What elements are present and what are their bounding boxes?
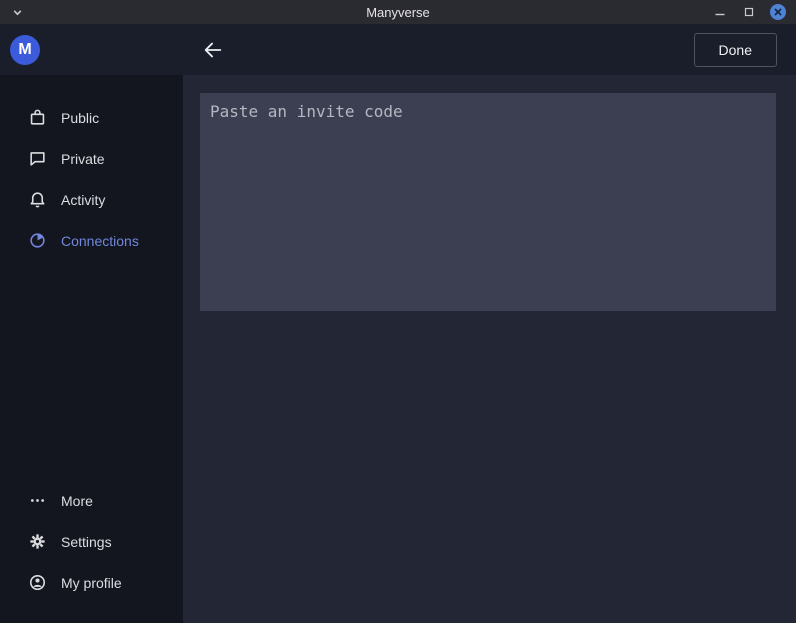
- invite-code-input[interactable]: [200, 93, 776, 311]
- sidebar-item-label: Settings: [61, 534, 112, 550]
- content-area: Public Private Activity Connections More: [0, 75, 796, 623]
- sidebar-item-private[interactable]: Private: [0, 138, 183, 179]
- sidebar-item-label: More: [61, 493, 93, 509]
- sidebar-item-public[interactable]: Public: [0, 97, 183, 138]
- gear-icon: [28, 532, 47, 551]
- private-icon: [28, 149, 47, 168]
- sidebar-item-connections[interactable]: Connections: [0, 220, 183, 261]
- back-button[interactable]: [200, 37, 226, 63]
- activity-icon: [28, 190, 47, 209]
- window-menu-chevron-icon[interactable]: [10, 5, 24, 19]
- sidebar-item-label: Private: [61, 151, 105, 167]
- sidebar-item-settings[interactable]: Settings: [0, 521, 183, 562]
- restore-button[interactable]: [741, 4, 757, 20]
- sidebar-item-label: My profile: [61, 575, 122, 591]
- window-controls: [712, 0, 786, 24]
- window-titlebar: Manyverse: [0, 0, 796, 24]
- more-dots-icon: [28, 491, 47, 510]
- back-arrow-icon: [202, 39, 224, 61]
- sidebar-item-label: Public: [61, 110, 99, 126]
- sidebar: Public Private Activity Connections More: [0, 75, 183, 623]
- sidebar-item-my-profile[interactable]: My profile: [0, 562, 183, 603]
- minimize-button[interactable]: [712, 4, 728, 20]
- sidebar-bottom-group: More Settings My profile: [0, 480, 183, 603]
- manyverse-logo: M: [10, 35, 40, 65]
- public-icon: [28, 108, 47, 127]
- window-title: Manyverse: [0, 5, 796, 20]
- close-button[interactable]: [770, 4, 786, 20]
- sidebar-item-label: Activity: [61, 192, 105, 208]
- profile-icon: [28, 573, 47, 592]
- main-panel: [183, 75, 796, 623]
- sidebar-item-more[interactable]: More: [0, 480, 183, 521]
- sidebar-item-activity[interactable]: Activity: [0, 179, 183, 220]
- app-header: M Done: [0, 24, 796, 75]
- connections-icon: [28, 231, 47, 250]
- done-button[interactable]: Done: [694, 33, 777, 67]
- sidebar-item-label: Connections: [61, 233, 139, 249]
